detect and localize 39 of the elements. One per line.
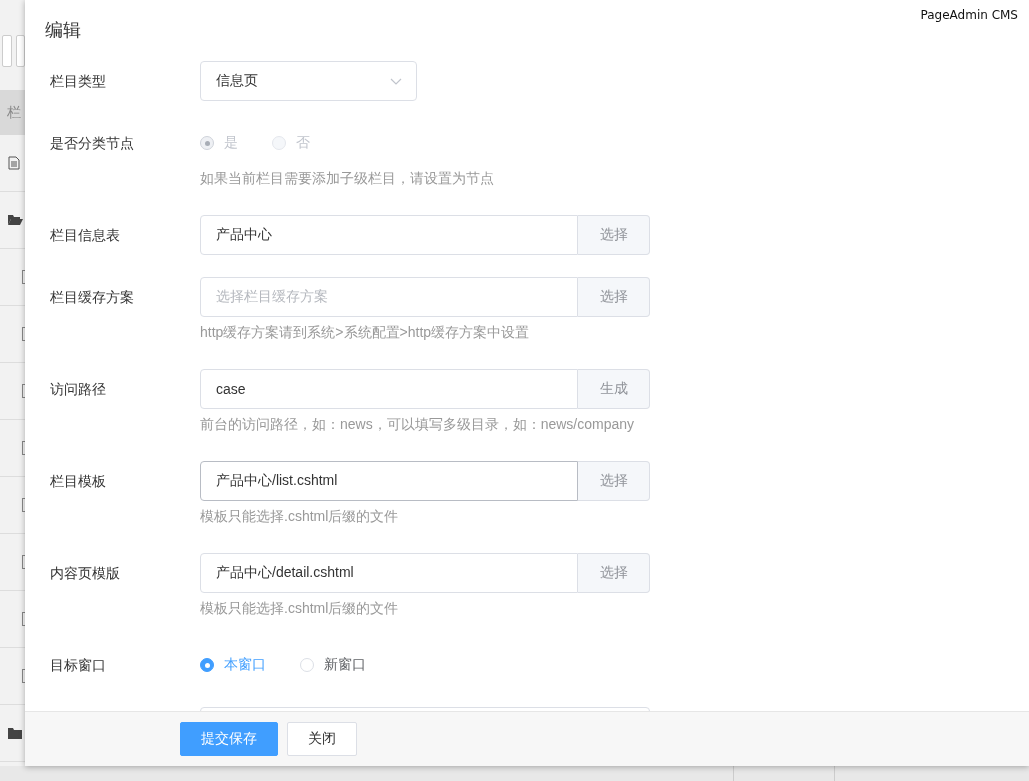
hint-text: 模板只能选择.cshtml后缀的文件 bbox=[200, 599, 400, 618]
radio-label: 是 bbox=[224, 134, 238, 152]
select-button[interactable]: 选择 bbox=[578, 461, 650, 501]
input-field[interactable]: 产品中心 bbox=[200, 215, 578, 255]
hint-text: 模板只能选择.cshtml后缀的文件 bbox=[200, 507, 400, 526]
field-label: 栏目信息表 bbox=[50, 226, 121, 245]
field-label: 访问路径 bbox=[50, 380, 107, 399]
field-label: 内容页模版 bbox=[50, 564, 121, 583]
select-button[interactable]: 选择 bbox=[578, 215, 650, 255]
radio-label: 否 bbox=[296, 134, 310, 152]
hint-text: 前台的访问路径，如：news，可以填写多级目录，如：news/company bbox=[200, 415, 636, 434]
radio-button[interactable] bbox=[200, 658, 214, 672]
brand-text: PageAdmin CMS bbox=[920, 8, 1018, 22]
field-label: 栏目模板 bbox=[50, 472, 107, 491]
field-label: 目标窗口 bbox=[50, 656, 107, 675]
field-label: 栏目类型 bbox=[50, 72, 107, 91]
select-field[interactable]: 信息页 bbox=[200, 61, 417, 101]
input-field[interactable]: 产品中心/detail.cshtml bbox=[200, 553, 578, 593]
select-button[interactable]: 选择 bbox=[578, 553, 650, 593]
radio-label: 新窗口 bbox=[324, 656, 366, 674]
radio-label: 本窗口 bbox=[224, 656, 266, 674]
toolbar-button[interactable] bbox=[15, 35, 25, 67]
table-header: 栏 bbox=[0, 90, 25, 135]
input-field[interactable]: case bbox=[200, 369, 578, 409]
field-label: 是否分类节点 bbox=[50, 134, 135, 153]
select-button[interactable]: 选择 bbox=[578, 277, 650, 317]
submit-button[interactable]: 提交保存 bbox=[180, 722, 278, 756]
input-field[interactable]: 选择栏目缓存方案 bbox=[200, 277, 578, 317]
input-field[interactable]: 产品中心/list.cshtml bbox=[200, 461, 578, 501]
close-button[interactable]: 关闭 bbox=[287, 722, 357, 756]
file-icon bbox=[8, 156, 20, 170]
select-button[interactable]: 生成 bbox=[578, 369, 650, 409]
hint-text: http缓存方案请到系统>系统配置>http缓存方案中设置 bbox=[200, 323, 531, 342]
folder-icon bbox=[8, 727, 22, 739]
chevron-down-icon bbox=[390, 77, 402, 85]
folder-open-icon bbox=[8, 214, 23, 226]
field-label: 栏目缓存方案 bbox=[50, 288, 135, 307]
hint-text: 如果当前栏目需要添加子级栏目，请设置为节点 bbox=[200, 169, 495, 188]
dialog-title: 编辑 bbox=[45, 20, 81, 40]
